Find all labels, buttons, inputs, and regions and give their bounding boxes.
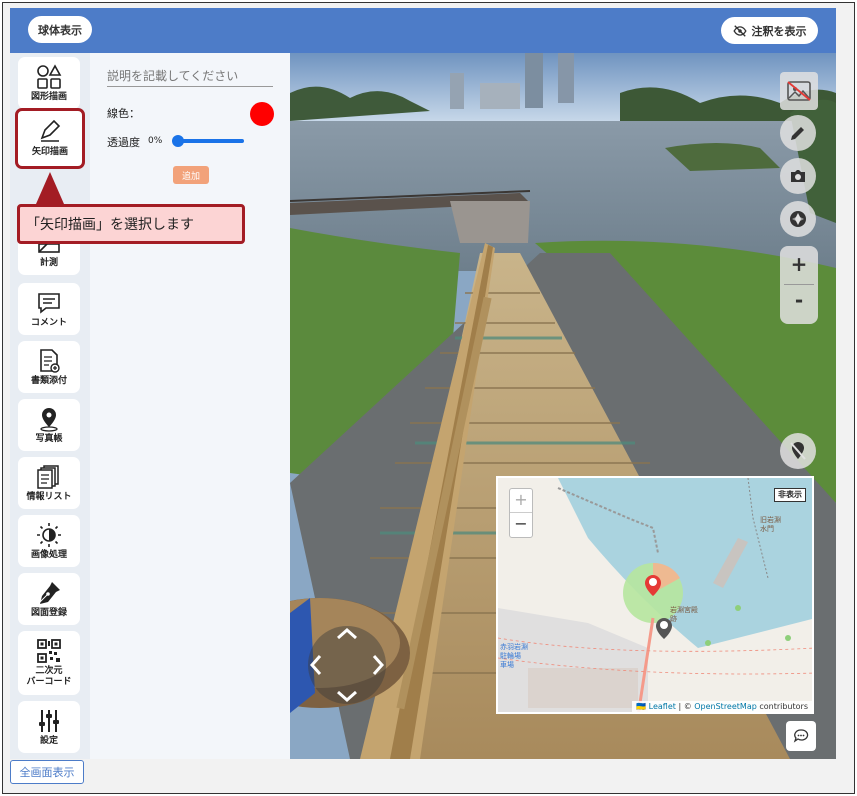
arrow-draw-icon [40,119,61,142]
map-attribution: 🇺🇦 Leaflet | © OpenStreetMap contributor… [632,701,812,712]
sidebar-item-qr-code[interactable]: 二次元 バーコード [18,631,80,695]
sidebar-item-shapes[interactable]: 図形描画 [18,57,80,109]
qr-code-icon [37,639,61,663]
opacity-slider[interactable] [172,135,244,147]
viewer-zoom-out-button[interactable]: - [780,288,818,312]
comment-icon [38,292,60,314]
panorama-viewer[interactable]: + - + − 非表示 旧岩淵 水門 岩淵宮殿 跡 赤羽岩淵 駐輪場 車場 🇺🇦… [290,53,836,759]
osm-link[interactable]: OpenStreetMap [694,702,757,711]
ukraine-flag-icon: 🇺🇦 [636,702,647,711]
instruction-callout: 「矢印描画」を選択します [17,204,245,244]
map-toggle-button[interactable] [780,433,816,469]
globe-view-button[interactable]: 球体表示 [28,16,92,43]
draw-mode-button[interactable] [780,115,816,151]
add-button[interactable]: 追加 [173,166,209,184]
sidebar-item-info-list[interactable]: 情報リスト [18,457,80,509]
map-label-gate: 旧岩淵 水門 [760,516,781,533]
shapes-icon [37,63,62,89]
document-attach-icon [40,348,60,373]
sliders-icon [39,709,59,732]
chat-bubble-icon [793,729,809,743]
pen-nib-icon [39,581,60,604]
image-off-icon [787,81,811,101]
sidebar-item-arrow-draw[interactable]: 矢印描画 [15,108,85,169]
line-color-swatch[interactable] [250,102,274,126]
mini-map[interactable]: + − 非表示 旧岩淵 水門 岩淵宮殿 跡 赤羽岩淵 駐輪場 車場 🇺🇦 Lea… [496,476,814,714]
map-zoom-out-button[interactable]: − [510,513,532,537]
pan-control [308,626,386,704]
callout-pointer [36,172,64,204]
aperture-icon [790,211,806,227]
map-label-station: 赤羽岩淵 駐輪場 車場 [500,643,528,669]
sidebar-item-label: 二次元 バーコード [26,666,72,687]
viewer-zoom-in-button[interactable]: + [780,252,818,276]
leaflet-link[interactable]: Leaflet [649,702,676,711]
attribution-suffix: contributors [756,702,808,711]
sidebar-item-label: コメント [30,317,67,328]
fullscreen-button[interactable]: 全画面表示 [10,760,84,784]
opacity-value: 0% [148,136,163,146]
sidebar-item-comment[interactable]: コメント [18,283,80,335]
opacity-slider-thumb[interactable] [172,135,184,147]
sidebar-item-label: 図面登録 [30,607,67,618]
sidebar-item-label: 設定 [39,735,58,746]
sidebar-item-label: 写真帳 [35,433,63,444]
description-input[interactable] [107,65,273,87]
sidebar-item-photo-album[interactable]: 写真帳 [18,399,80,451]
sidebar-item-label: 画像処理 [30,549,67,560]
sidebar-item-settings[interactable]: 設定 [18,701,80,753]
pan-arrows-icon [309,627,385,703]
camera-icon [791,170,805,182]
sidebar-item-label: 図形描画 [30,91,67,102]
line-color-label: 線色： [107,107,140,120]
top-bar: 球体表示 注釈を表示 [10,8,836,53]
pencil-icon [791,127,804,140]
map-hide-button[interactable]: 非表示 [774,488,806,502]
sidebar-item-document-attach[interactable]: 書類添付 [18,341,80,393]
map-zoom-in-button[interactable]: + [510,489,532,513]
capture-button[interactable] [780,158,816,194]
show-annotations-button[interactable]: 注釈を表示 [721,17,818,44]
map-tiles [498,478,812,712]
hide-image-toggle[interactable] [780,72,818,110]
arrow-options-panel: 線色： 透過度 0% 追加 [90,53,290,759]
map-label-site: 岩淵宮殿 跡 [670,606,698,623]
sidebar-item-label: 矢印描画 [31,147,68,157]
map-zoom-control: + − [509,488,533,538]
sidebar-item-label: 情報リスト [26,491,72,502]
sidebar-item-label: 計測 [39,257,58,268]
lens-button[interactable] [780,201,816,237]
chat-button[interactable] [786,721,816,751]
opacity-label: 透過度 [107,136,140,149]
location-off-icon [790,442,806,460]
attribution-separator: | © [675,702,695,711]
eye-off-icon [732,24,747,37]
map-pin-icon [40,407,58,432]
sidebar-item-drawing-register[interactable]: 図面登録 [18,573,80,625]
sidebar-item-image-processing[interactable]: 画像処理 [18,515,80,567]
sidebar-item-label: 書類添付 [30,375,67,386]
viewer-zoom-control: + - [780,246,818,324]
brightness-icon [37,522,61,547]
tool-sidebar: 図形描画 矢印描画 計測 コメント 書類添付 写真帳 情報リスト 画像処理 図面… [10,53,90,759]
info-list-icon [37,464,59,489]
show-annotations-label: 注釈を表示 [751,24,807,38]
